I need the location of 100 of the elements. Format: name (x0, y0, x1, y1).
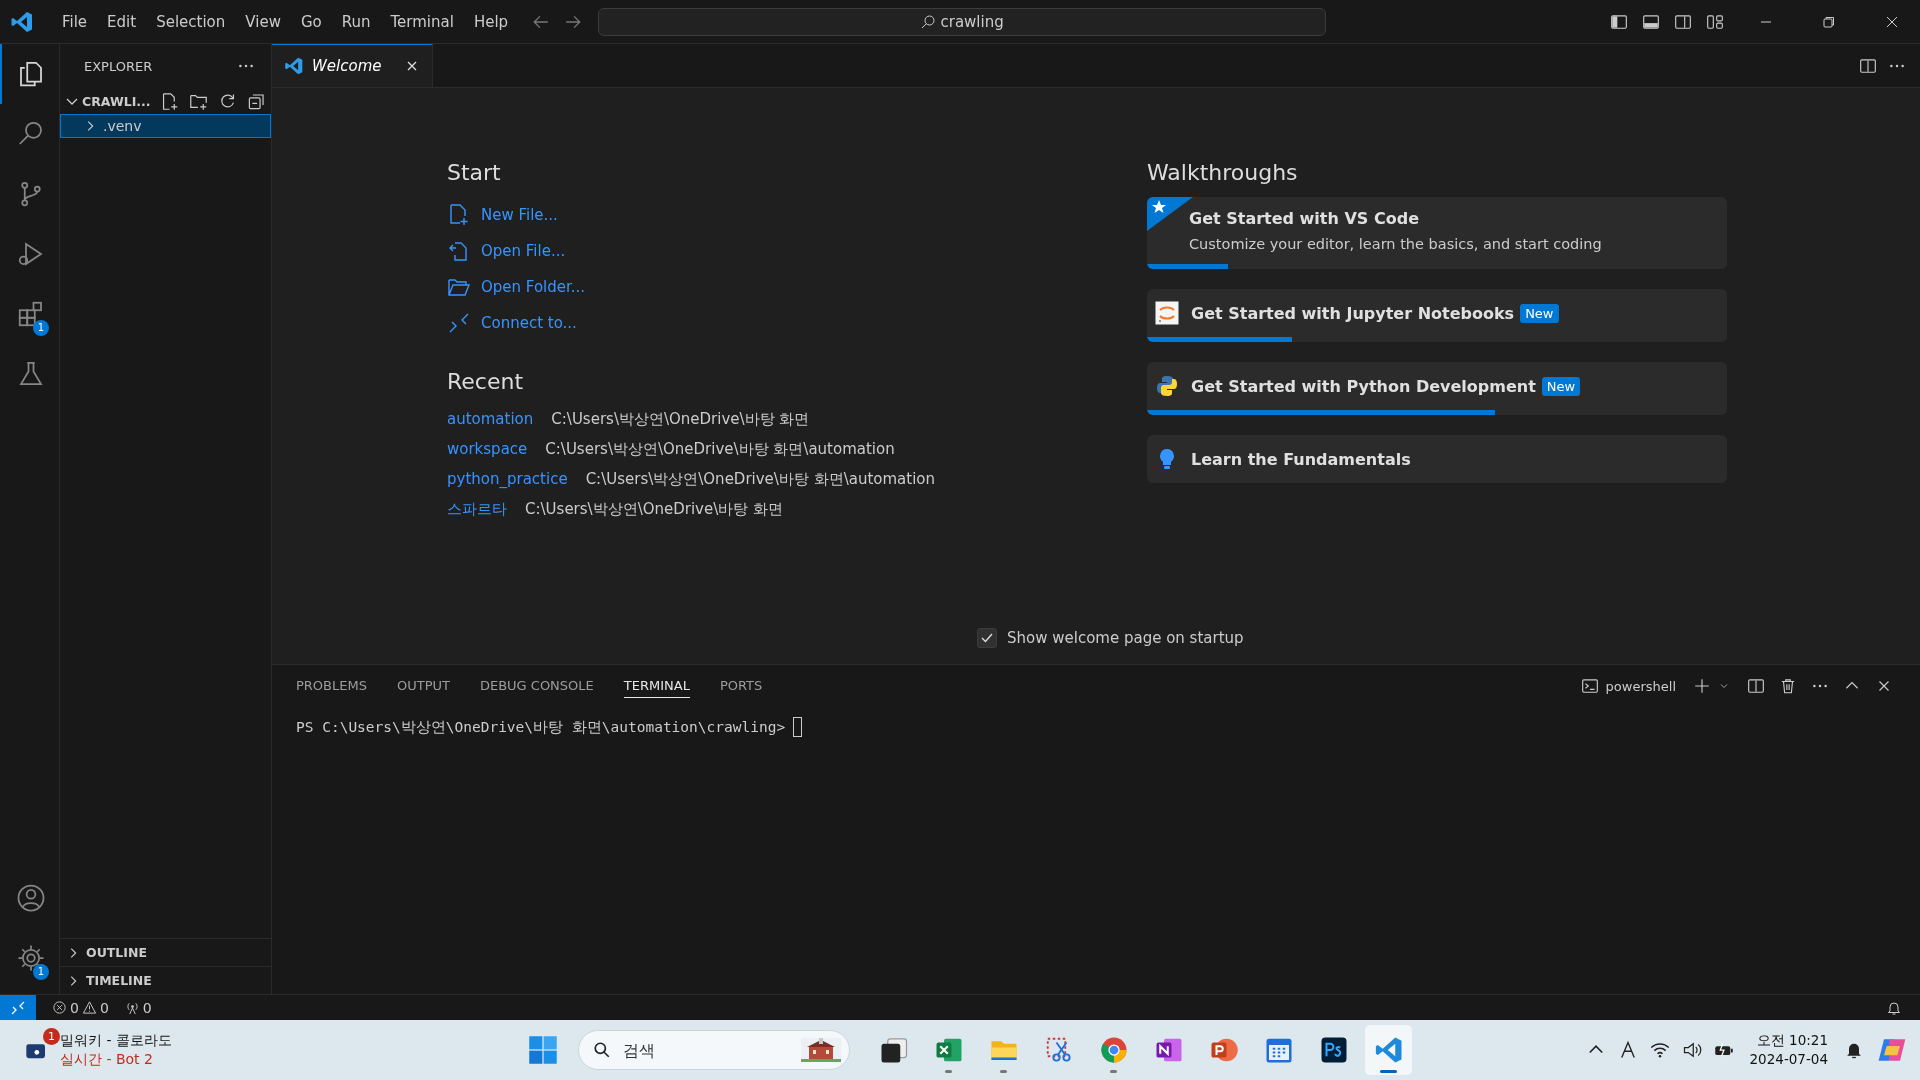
walkthrough-card[interactable]: Learn the Fundamentals (1147, 435, 1727, 483)
antenna-icon[interactable] (124, 1000, 140, 1015)
menu-item[interactable]: Help (463, 12, 519, 31)
speaker-icon[interactable] (1681, 1040, 1702, 1060)
walkthrough-description: Customize your editor, learn the basics, and start coding (1189, 236, 1602, 252)
error-count[interactable]: 0 (70, 999, 79, 1016)
recent-folder-link[interactable]: 스파르타 (447, 499, 507, 519)
sidebar-title: EXPLORER (84, 58, 153, 74)
menu-item[interactable]: View (235, 12, 291, 31)
menu-item[interactable]: Run (331, 12, 381, 31)
toggle-secondary-sidebar-icon[interactable] (1674, 12, 1692, 31)
checkbox[interactable] (977, 628, 997, 648)
snake-logo-icon (1155, 374, 1179, 398)
panel-tab[interactable]: OUTPUT (396, 674, 450, 698)
walkthrough-title: Get Started with Jupyter Notebooks (1191, 303, 1515, 323)
app-logo-icon (284, 56, 304, 76)
recent-folder-link[interactable]: automation (447, 410, 534, 428)
tree-item[interactable]: .venv (60, 114, 271, 138)
folder-path: C:\Users\박상연\OneDrive\바탕 화면\automation (545, 439, 895, 459)
start-link[interactable]: Open Folder... (481, 278, 586, 296)
remote-icon (447, 311, 471, 335)
start-button-icon[interactable] (528, 1035, 558, 1065)
terminal-prompt: PS C:\Users\박상연\OneDrive\바탕 화면\automation\crawling> (296, 717, 786, 737)
section-title: TIMELINE (86, 973, 152, 988)
panel-tab[interactable]: PORTS (719, 674, 763, 698)
notification-badge: 1 (43, 1028, 60, 1045)
menu-item[interactable]: Selection (146, 12, 236, 31)
folder-name[interactable]: CRAWLI... (82, 93, 151, 109)
new-badge: New (1541, 376, 1581, 396)
menu-item[interactable]: Go (290, 12, 332, 31)
search-text: crawling (940, 12, 1004, 31)
walkthrough-title: Learn the Fundamentals (1191, 449, 1411, 469)
browser-icon (1098, 1035, 1129, 1065)
recent-folder-link[interactable]: python_practice (447, 470, 568, 488)
notebook-icon (1155, 301, 1179, 325)
search-icon (593, 1041, 611, 1059)
date-text: 2024-07-04 (1749, 1050, 1828, 1069)
activity-bar-button[interactable]: 1 (0, 928, 59, 988)
count-badge: 1 (33, 320, 49, 336)
tab-label: Welcome (312, 57, 382, 75)
folder-path: C:\Users\박상연\OneDrive\바탕 화면 (525, 499, 784, 519)
count-badge: 1 (33, 964, 49, 980)
trash-icon[interactable] (1779, 677, 1797, 695)
warning-icon[interactable] (81, 1000, 97, 1015)
widget-subline: 실시간 - Bot 2 (60, 1050, 154, 1069)
app-logo-icon (10, 9, 34, 34)
terminal-icon (1580, 677, 1599, 695)
remote-icon (10, 999, 26, 1016)
menu-item[interactable]: Edit (97, 12, 147, 31)
split-terminal-icon[interactable] (1747, 677, 1765, 695)
walkthrough-card[interactable]: Get Started with Python Development New (1147, 362, 1727, 415)
start-link[interactable]: New File... (481, 206, 558, 224)
split-editor-icon[interactable] (1859, 56, 1877, 75)
section-heading: Start (447, 160, 502, 185)
terminal-name[interactable]: powershell (1605, 678, 1676, 694)
text-cursor (793, 717, 803, 737)
checkbox-label: Show welcome page on startup (1007, 629, 1244, 647)
bell-icon[interactable] (1886, 999, 1902, 1016)
toggle-panel-icon[interactable] (1642, 12, 1660, 31)
start-link[interactable]: Open File... (481, 242, 566, 260)
account-icon (15, 883, 46, 913)
panel-tab[interactable]: TERMINAL (623, 674, 690, 698)
search-icon (920, 13, 937, 30)
panel-tab[interactable]: DEBUG CONSOLE (479, 674, 594, 698)
error-icon[interactable] (52, 1000, 67, 1015)
walkthrough-title: Get Started with Python Development (1191, 376, 1536, 396)
weather-widget[interactable]: 1 밀워키 - 콜로라도 실시간 - Bot 2 (0, 1031, 324, 1069)
section-heading: Recent (447, 369, 525, 394)
walkthrough-title: Get Started with VS Code (1189, 209, 1419, 228)
start-link[interactable]: Connect to... (481, 314, 577, 332)
new-file-icon (447, 203, 471, 227)
code-editor-icon (1373, 1035, 1404, 1065)
panel-tab[interactable]: PROBLEMS (296, 674, 367, 698)
collapse-all-icon[interactable] (246, 91, 266, 111)
ports-count[interactable]: 0 (142, 999, 152, 1016)
folder-path: C:\Users\박상연\OneDrive\바탕 화면\automation (585, 469, 936, 489)
toggle-sidebar-icon[interactable] (1610, 12, 1628, 31)
plus-icon[interactable] (1693, 677, 1711, 695)
menu-item[interactable]: File (52, 12, 98, 31)
activity-bar-button[interactable]: 1 (0, 284, 59, 344)
new-badge: New (1520, 303, 1559, 323)
section-heading: Walkthroughs (1147, 160, 1299, 185)
folder-path: C:\Users\박상연\OneDrive\바탕 화면 (551, 409, 810, 429)
warning-count[interactable]: 0 (99, 999, 109, 1016)
menu-item[interactable]: Terminal (380, 12, 464, 31)
command-center-search[interactable]: crawling (598, 7, 1327, 36)
tree-item-label: .venv (103, 118, 142, 134)
layout-icon[interactable] (1706, 12, 1724, 31)
walkthrough-card[interactable]: Get Started with VS Code Customize your editor, learn the basics, and start coding (1147, 197, 1727, 269)
section-title: OUTLINE (86, 945, 147, 960)
wifi-icon[interactable] (1649, 1040, 1670, 1060)
walkthrough-card[interactable]: Get Started with Jupyter Notebooks New (1147, 289, 1727, 342)
recent-folder-link[interactable]: workspace (447, 440, 528, 458)
clock[interactable]: 오전 10:21 2024-07-04 (1749, 1031, 1828, 1069)
time-text: 오전 10:21 (1756, 1031, 1828, 1050)
editor-tab[interactable]: Welcome (272, 44, 433, 87)
section-header[interactable]: OUTLINE (60, 938, 271, 966)
taskbar-search-bar[interactable]: 검색 (578, 1030, 850, 1070)
widget-headline: 밀워키 - 콜로라도 (60, 1031, 172, 1050)
search-field[interactable]: 검색 (621, 1039, 801, 1061)
